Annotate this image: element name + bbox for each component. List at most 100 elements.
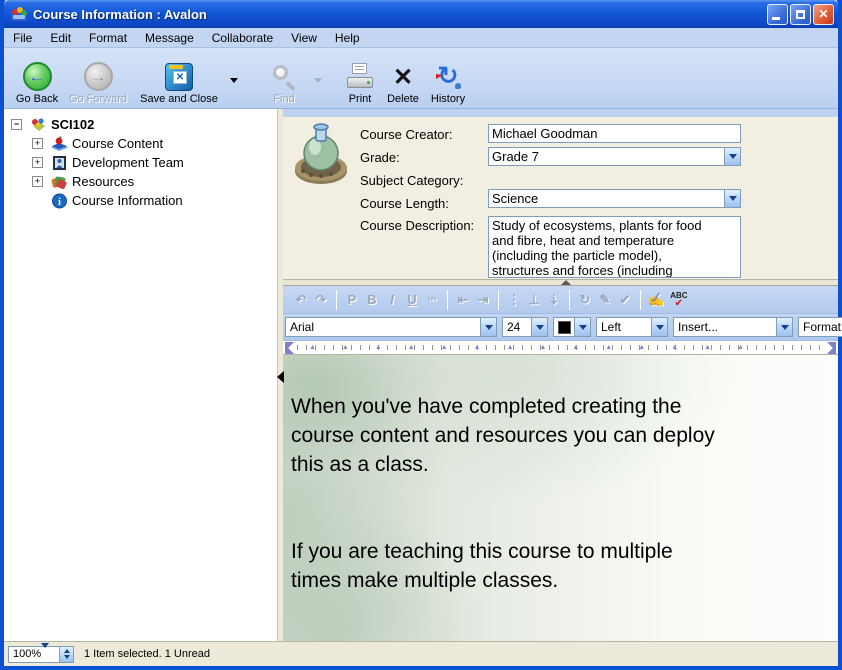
close-button[interactable]: ✕ — [813, 4, 834, 25]
paragraph-icon[interactable]: P — [342, 292, 362, 307]
tree-item-course-information[interactable]: i Course Information — [4, 191, 277, 210]
chevron-down-icon[interactable] — [724, 148, 740, 165]
save-icon: ✕ — [165, 63, 193, 91]
maximize-button[interactable] — [790, 4, 811, 25]
grade-label: Grade: — [360, 150, 400, 165]
minimize-button[interactable] — [767, 4, 788, 25]
notes-editor[interactable]: When you've have completed creating the … — [283, 355, 838, 641]
tree-label: Development Team — [72, 155, 184, 170]
font-size-select[interactable]: 24 — [502, 317, 548, 337]
flask-icon — [291, 123, 353, 187]
expand-expander-icon[interactable]: + — [32, 157, 43, 168]
menu-view[interactable]: View — [282, 29, 326, 47]
menu-format[interactable]: Format — [80, 29, 136, 47]
find-button[interactable]: Find — [258, 53, 310, 105]
spinner-down-icon — [64, 655, 70, 659]
expand-expander-icon[interactable]: + — [32, 138, 43, 149]
chevron-down-icon[interactable] — [480, 318, 496, 336]
color-swatch — [558, 321, 571, 334]
delete-icon: ✕ — [393, 65, 413, 91]
editor-format-toolbar: ↶ ↷ P B I U ¹²³ ⇤ ⇥ ⋮ ⊥ ⇣ ↻ ✎ ✔ ✍ — [283, 286, 838, 314]
splitter-collapse-icon[interactable] — [277, 371, 284, 383]
chevron-down-icon[interactable] — [651, 318, 667, 336]
bold-icon[interactable]: B — [362, 292, 382, 307]
pencil-icon[interactable]: ✎ — [595, 292, 615, 308]
course-information-icon: i — [51, 193, 68, 209]
svg-text:i: i — [58, 197, 61, 208]
chevron-down-icon[interactable] — [41, 643, 49, 660]
tree-item-development-team[interactable]: + Development Team — [4, 153, 277, 172]
chevron-down-icon[interactable] — [574, 318, 590, 336]
fill-icon[interactable]: ⇣ — [544, 292, 564, 308]
application-window: Course Information : Avalon ✕ File Edit … — [0, 0, 842, 670]
align-select[interactable]: Left — [596, 317, 668, 337]
menu-edit[interactable]: Edit — [41, 29, 80, 47]
splitter-collapse-up-icon[interactable] — [561, 280, 571, 285]
save-dropdown-icon[interactable] — [230, 78, 238, 83]
baseline-icon[interactable]: ⊥ — [524, 292, 544, 308]
subject-category-select[interactable]: Science — [488, 189, 741, 208]
development-team-icon — [51, 155, 68, 171]
history-button[interactable]: ↻ History — [424, 53, 472, 105]
expand-expander-icon[interactable]: + — [32, 176, 43, 187]
tree-label: Course Content — [72, 136, 163, 151]
superscript-icon[interactable]: ¹²³ — [422, 295, 442, 305]
tree-label: Resources — [72, 174, 134, 189]
print-button[interactable]: Print — [338, 53, 382, 105]
go-back-button[interactable]: ← Go Back — [10, 53, 64, 105]
tree-item-sci102[interactable]: − SCI102 — [4, 115, 277, 134]
signature-icon[interactable]: ✍ — [646, 292, 666, 308]
indent-icon[interactable]: ⇥ — [473, 292, 493, 308]
find-icon — [270, 63, 298, 91]
go-back-icon: ← — [23, 62, 52, 91]
font-name-select[interactable]: Arial — [285, 317, 497, 337]
collapse-expander-icon[interactable]: − — [11, 119, 22, 130]
save-and-close-button[interactable]: ✕ Save and Close — [132, 53, 226, 105]
panel-top-strip — [283, 109, 838, 117]
status-bar: 100% 1 Item selected. 1 Unread — [4, 641, 838, 666]
course-description-label: Course Description: — [360, 218, 474, 233]
zoom-stepper[interactable] — [60, 646, 74, 663]
tree-item-resources[interactable]: + Resources — [4, 172, 277, 191]
right-indent-marker[interactable] — [827, 342, 836, 354]
undo-icon[interactable]: ↶ — [291, 292, 311, 308]
left-indent-marker[interactable] — [285, 342, 294, 354]
underline-icon[interactable]: U — [402, 292, 422, 307]
insert-select[interactable]: Insert... — [673, 317, 793, 337]
chevron-down-icon[interactable] — [724, 190, 740, 207]
course-info-form: Course Creator: Michael Goodman Grade: G… — [283, 117, 838, 279]
editor-splitter[interactable] — [283, 279, 838, 286]
tree-label: Course Information — [72, 193, 183, 208]
grade-select[interactable]: Grade 7 — [488, 147, 741, 166]
tree-item-course-content[interactable]: + Course Content — [4, 134, 277, 153]
course-icon — [30, 117, 47, 133]
redo-icon[interactable]: ↷ — [311, 292, 331, 308]
spellcheck-icon[interactable]: ABC ✔ — [670, 292, 687, 308]
menu-message[interactable]: Message — [136, 29, 203, 47]
title-bar: Course Information : Avalon ✕ — [4, 0, 838, 28]
course-creator-input[interactable]: Michael Goodman — [488, 124, 741, 143]
italic-icon[interactable]: I — [382, 292, 402, 307]
chevron-down-icon[interactable] — [531, 318, 547, 336]
course-content-icon — [51, 136, 68, 152]
menu-help[interactable]: Help — [326, 29, 369, 47]
menu-file[interactable]: File — [4, 29, 41, 47]
font-color-select[interactable] — [553, 317, 591, 337]
minimize-icon — [772, 17, 780, 20]
chevron-down-icon[interactable] — [776, 318, 792, 336]
status-message: 1 Item selected. 1 Unread — [84, 648, 210, 660]
zoom-select[interactable]: 100% — [8, 646, 60, 663]
accept-icon[interactable]: ✔ — [615, 292, 635, 308]
resources-icon — [51, 174, 68, 190]
outdent-icon[interactable]: ⇤ — [453, 292, 473, 308]
find-dropdown-icon[interactable] — [314, 78, 322, 83]
list-icon[interactable]: ⋮ — [504, 292, 524, 308]
main-toolbar: ← Go Back → Go Forward ✕ Save and Close … — [4, 48, 838, 109]
format-select[interactable]: Format... — [798, 317, 842, 337]
menu-collaborate[interactable]: Collaborate — [203, 29, 282, 47]
refresh-icon[interactable]: ↻ — [575, 292, 595, 308]
course-description-textarea[interactable]: Study of ecosystems, plants for food and… — [488, 216, 741, 278]
delete-button[interactable]: ✕ Delete — [382, 53, 424, 105]
maximize-icon — [796, 10, 805, 19]
go-forward-button[interactable]: → Go Forward — [64, 53, 132, 105]
